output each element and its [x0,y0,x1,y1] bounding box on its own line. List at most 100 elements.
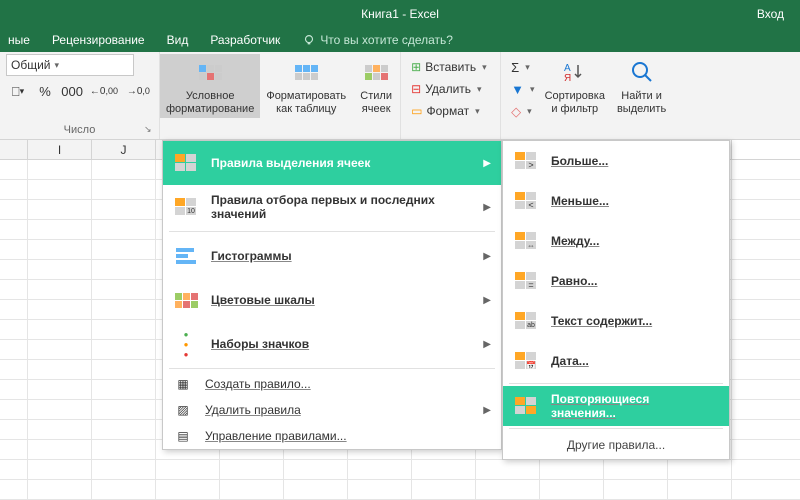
menu-item-label: Между... [551,234,599,248]
menu-item-label: Удалить правила [205,403,301,417]
conditional-formatting-button[interactable]: Условное форматирование [160,54,260,118]
delete-icon: ⊟ [411,82,421,96]
tab-review[interactable]: Рецензирование [52,33,145,47]
col-header[interactable]: J [92,140,156,159]
tell-me[interactable]: Что вы хотите сделать? [302,33,453,47]
menu-item-label: Текст содержит... [551,314,652,328]
find-select-button[interactable]: Найти и выделить [611,54,672,122]
format-icon: ▭ [411,104,422,118]
manage-rules-icon: ▤ [173,427,193,445]
delete-cells-button[interactable]: ⊟ Удалить ▾ [409,78,492,100]
menu-separator [169,368,495,369]
comma-style-button[interactable]: 000 [60,80,84,102]
sort-filter-button[interactable]: AЯ Сортировка и фильтр [539,54,611,122]
format-as-table-icon [290,56,322,88]
menu-manage-rules[interactable]: ▤ Управление правилами... [163,423,501,449]
menu-icon-sets[interactable]: ●●● Наборы значков ▶ [163,322,501,366]
equal-to-icon: = [513,268,539,294]
menu-item-label: Цветовые шкалы [211,293,315,307]
greater-than-icon: > [513,148,539,174]
menu-item-label: Гистограммы [211,249,292,263]
submenu-more-rules[interactable]: Другие правила... [503,431,729,459]
menu-item-label: Управление правилами... [205,429,347,443]
submenu-arrow-icon: ▶ [483,339,491,350]
magnifier-icon [626,56,658,88]
insert-cells-button[interactable]: ⊞ Вставить ▾ [409,56,492,78]
tell-me-label: Что вы хотите сделать? [320,33,453,47]
submenu-duplicate-values[interactable]: Повторяющиеся значения... [503,386,729,426]
ribbon-tabs: ные Рецензирование Вид Разработчик Что в… [0,28,800,52]
chevron-down-icon: ▾ [477,84,482,95]
dialog-launcher-icon[interactable]: ↘ [144,124,156,136]
text-contains-icon: ab [513,308,539,334]
cell-styles-button[interactable]: Стили ячеек [352,54,400,118]
tab-developer[interactable]: Разработчик [210,33,280,47]
autosum-button[interactable]: Σ▾ [509,56,536,78]
chevron-down-icon: ▾ [55,60,60,71]
eraser-icon: ◇ [511,105,521,118]
menu-item-label: Правила выделения ячеек [211,156,370,170]
duplicate-values-icon [513,393,539,419]
format-as-table-button[interactable]: Форматировать как таблицу [260,54,352,118]
conditional-formatting-menu: Правила выделения ячеек ▶ 10 Правила отб… [162,140,502,450]
menu-color-scales[interactable]: Цветовые шкалы ▶ [163,278,501,322]
submenu-between[interactable]: ⇔ Между... [503,221,729,261]
between-icon: ⇔ [513,228,539,254]
increase-decimal-button[interactable]: ←0,00 [87,80,121,102]
clear-button[interactable]: ◇▾ [509,100,536,122]
submenu-equal-to[interactable]: = Равно... [503,261,729,301]
new-rule-icon: ▦ [173,375,193,393]
number-format-combo[interactable]: Общий ▾ [6,54,134,76]
menu-item-label: Равно... [551,274,597,288]
chevron-down-icon: ▾ [475,106,480,117]
select-all-corner[interactable] [0,140,28,159]
menu-separator [169,231,495,232]
date-icon: 📅 [513,348,539,374]
fill-down-icon: ▼ [511,83,524,96]
sort-filter-icon: AЯ [559,56,591,88]
group-styles: Условное форматирование Форматировать ка… [160,52,401,139]
menu-top-bottom-rules[interactable]: 10 Правила отбора первых и последних зна… [163,185,501,229]
submenu-greater-than[interactable]: > Больше... [503,141,729,181]
menu-new-rule[interactable]: ▦ Создать правило... [163,371,501,397]
submenu-date-occurring[interactable]: 📅 Дата... [503,341,729,381]
menu-highlight-cells-rules[interactable]: Правила выделения ячеек ▶ [163,141,501,185]
group-cells: ⊞ Вставить ▾ ⊟ Удалить ▾ ▭ Формат ▾ [401,52,501,139]
group-editing: Σ▾ ▼▾ ◇▾ AЯ Сортировка и фильтр Найти и … [501,52,678,139]
tab-view[interactable]: Вид [167,33,189,47]
submenu-arrow-icon: ▶ [483,202,491,213]
menu-item-label: Правила отбора первых и последних значен… [211,193,487,221]
fill-button[interactable]: ▼▾ [509,78,536,100]
sigma-icon: Σ [511,61,519,74]
menu-clear-rules[interactable]: ▨ Удалить правила ▶ [163,397,501,423]
top-bottom-icon: 10 [173,194,199,220]
menu-data-bars[interactable]: Гистограммы ▶ [163,234,501,278]
tab-truncated[interactable]: ные [8,33,30,47]
less-than-icon: < [513,188,539,214]
cell-styles-icon [360,56,392,88]
accounting-format-button[interactable]: ⎕▾ [6,80,30,102]
highlight-cells-submenu: > Больше... < Меньше... ⇔ Между... = Рав… [502,140,730,460]
insert-label: Вставить [425,60,476,74]
menu-item-label: Создать правило... [205,377,311,391]
number-format-value: Общий [11,58,51,72]
menu-item-label: Повторяющиеся значения... [551,392,649,420]
ribbon: Общий ▾ ⎕▾ % 000 ←0,00 →0,0 Число ↘ Усло… [0,52,800,140]
menu-item-label: Дата... [551,354,589,368]
menu-separator [509,383,723,384]
decrease-decimal-button[interactable]: →0,0 [124,80,153,102]
chevron-down-icon: ▾ [525,62,530,73]
chevron-down-icon: ▾ [482,62,487,73]
data-bars-icon [173,243,199,269]
submenu-text-contains[interactable]: ab Текст содержит... [503,301,729,341]
submenu-less-than[interactable]: < Меньше... [503,181,729,221]
title-bar: Книга1 - Excel Вход [0,0,800,28]
submenu-arrow-icon: ▶ [483,158,491,169]
clear-rules-icon: ▨ [173,401,193,419]
col-header[interactable]: I [28,140,92,159]
format-cells-button[interactable]: ▭ Формат ▾ [409,100,492,122]
chevron-down-icon: ▾ [530,84,535,95]
percent-button[interactable]: % [33,80,57,102]
signin-link[interactable]: Вход [757,7,784,21]
submenu-arrow-icon: ▶ [483,295,491,306]
